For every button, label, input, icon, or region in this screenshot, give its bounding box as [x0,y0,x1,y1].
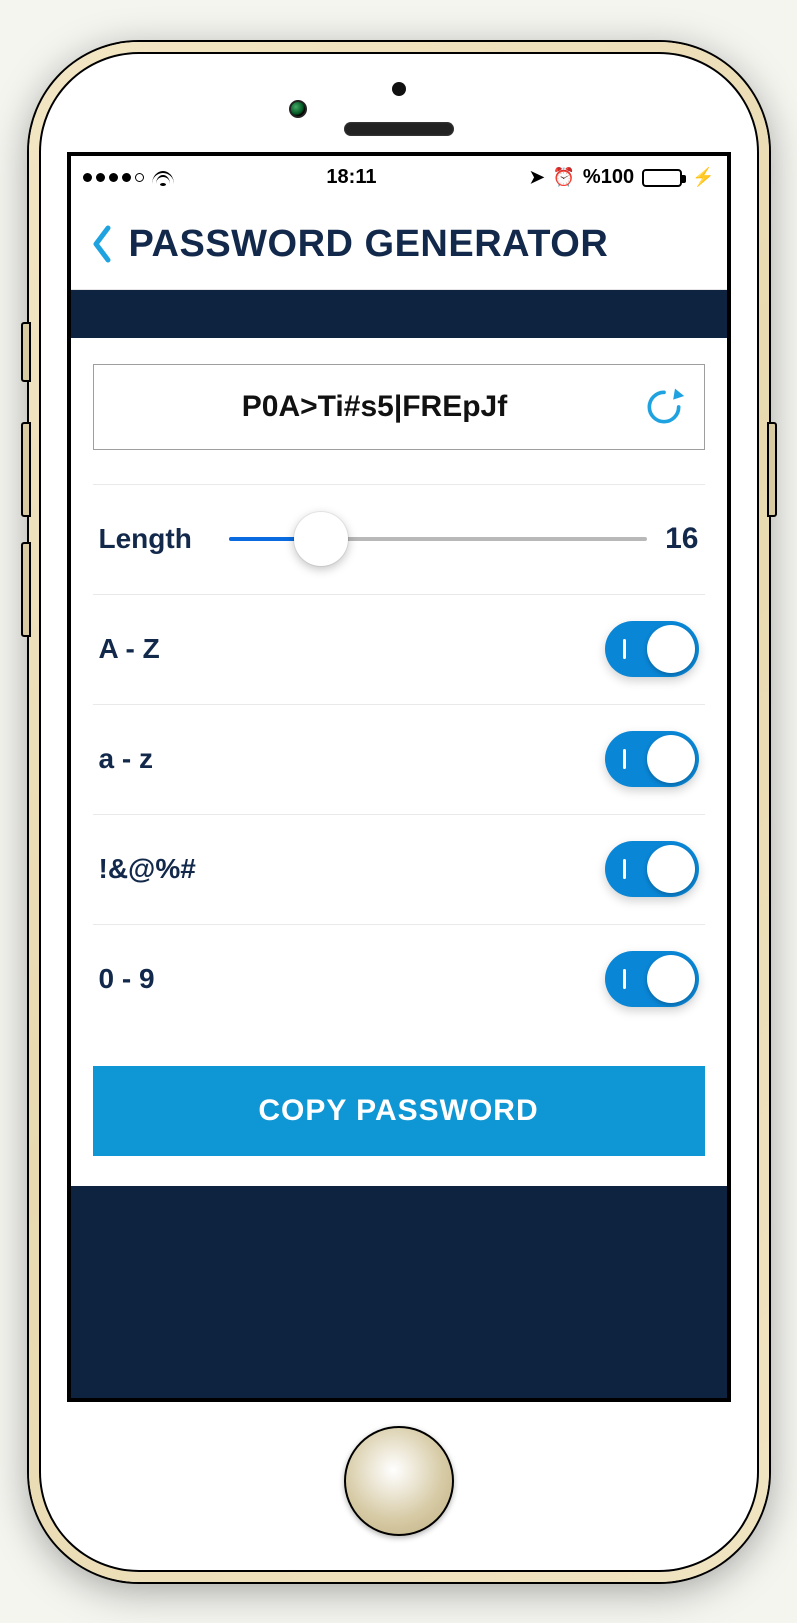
back-button[interactable] [89,222,115,266]
toggle-on-icon [623,859,626,879]
signal-dot-icon [122,173,131,182]
option-row-symbols: !&@%# [93,814,705,924]
wifi-icon [152,170,174,186]
digits-toggle[interactable] [605,951,699,1007]
option-row-lowercase: a - z [93,704,705,814]
symbols-toggle[interactable] [605,841,699,897]
phone-frame: 18:11 ➤ ⏰ %100 ⚡ PASSWORD GENERATOR [29,42,769,1582]
signal-dot-icon [83,173,92,182]
option-row-uppercase: A - Z [93,594,705,704]
option-row-digits: 0 - 9 [93,924,705,1034]
volume-down-button [21,542,31,637]
signal-dots [83,173,144,182]
length-slider[interactable] [229,519,648,559]
generated-password: P0A>Ti#s5|FREpJf [112,390,638,424]
battery-icon [642,169,682,187]
password-display: P0A>Ti#s5|FREpJf [93,364,705,450]
phone-bezel: 18:11 ➤ ⏰ %100 ⚡ PASSWORD GENERATOR [39,52,759,1572]
content-area: P0A>Ti#s5|FREpJf Length [71,338,727,1186]
chevron-left-icon [89,222,115,266]
length-row: Length 16 [93,484,705,594]
refresh-icon [642,385,686,429]
toggle-knob [647,955,695,1003]
option-label: !&@%# [99,853,229,885]
uppercase-toggle[interactable] [605,621,699,677]
navigation-bar: PASSWORD GENERATOR [71,200,727,290]
signal-dot-empty-icon [135,173,144,182]
lowercase-toggle[interactable] [605,731,699,787]
status-bar: 18:11 ➤ ⏰ %100 ⚡ [71,156,727,200]
footer-strip [71,1186,727,1398]
toggle-on-icon [623,749,626,769]
front-camera [289,100,307,118]
length-value: 16 [665,522,698,556]
copy-password-button[interactable]: COPY PASSWORD [93,1066,705,1156]
mute-switch [21,322,31,382]
toggle-on-icon [623,969,626,989]
volume-up-button [21,422,31,517]
status-right: ➤ ⏰ %100 ⚡ [529,166,714,189]
battery-text: %100 [583,166,634,189]
signal-dot-icon [96,173,105,182]
sensor-dot [392,82,406,96]
slider-thumb[interactable] [294,512,348,566]
home-button[interactable] [344,1426,454,1536]
location-icon: ➤ [529,167,544,188]
toggle-on-icon [623,639,626,659]
toggle-knob [647,625,695,673]
power-button [767,422,777,517]
option-label: 0 - 9 [99,963,229,995]
page-title: PASSWORD GENERATOR [129,223,609,266]
signal-dot-icon [109,173,118,182]
alarm-icon: ⏰ [553,167,575,188]
option-label: A - Z [99,633,229,665]
toggle-knob [647,735,695,783]
toggle-knob [647,845,695,893]
regenerate-button[interactable] [638,381,690,433]
charging-icon: ⚡ [692,167,714,188]
status-left [83,170,174,186]
status-time: 18:11 [326,166,376,189]
earpiece-speaker [344,122,454,136]
header-strip [71,290,727,338]
screen: 18:11 ➤ ⏰ %100 ⚡ PASSWORD GENERATOR [67,152,731,1402]
option-label: a - z [99,743,229,775]
length-label: Length [99,523,229,555]
